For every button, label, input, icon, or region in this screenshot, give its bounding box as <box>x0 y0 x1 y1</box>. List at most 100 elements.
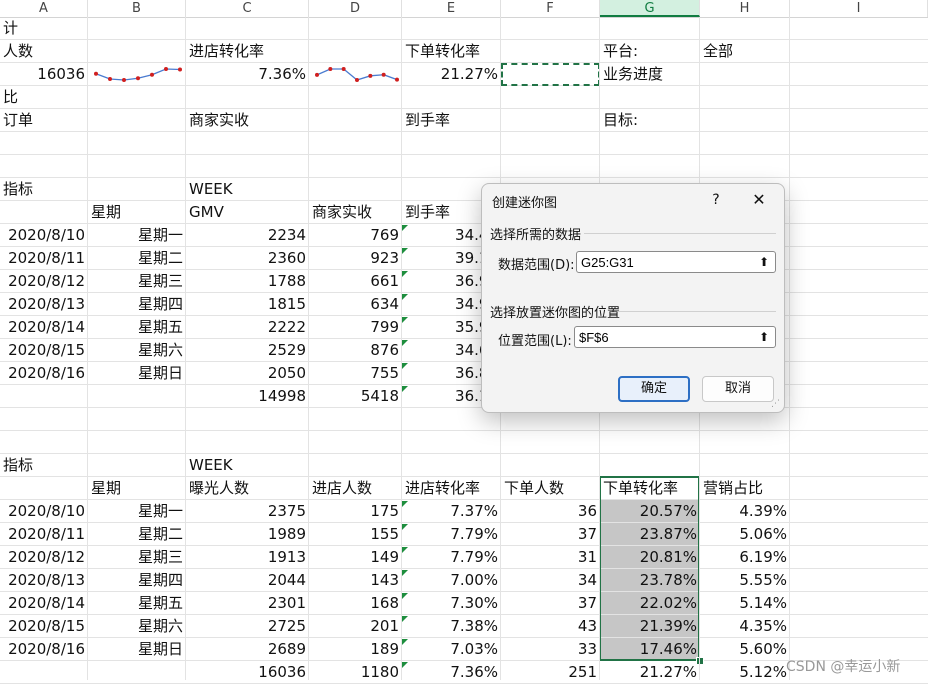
cell-f[interactable]: 43 <box>501 615 600 638</box>
cell-f[interactable]: 31 <box>501 546 600 569</box>
cell-b[interactable]: 星期三 <box>88 546 186 569</box>
cell-a[interactable]: 2020/8/11 <box>0 247 88 270</box>
cell-d[interactable]: 155 <box>309 523 402 546</box>
cell-d[interactable]: 634 <box>309 293 402 316</box>
cell-d[interactable]: 143 <box>309 569 402 592</box>
cell-c[interactable]: 14998 <box>186 385 309 408</box>
column-header-d[interactable]: D <box>309 0 402 17</box>
cell-c[interactable]: 7.36% <box>186 63 309 86</box>
cell-f[interactable]: 34 <box>501 569 600 592</box>
cell-h[interactable]: 全部 <box>700 40 790 63</box>
column-header-i[interactable]: I <box>790 0 928 17</box>
cell-f[interactable]: 251 <box>501 661 600 684</box>
cell-e[interactable]: 7.30% <box>402 592 501 615</box>
cell-a[interactable]: 2020/8/10 <box>0 224 88 247</box>
cell-c[interactable]: 2050 <box>186 362 309 385</box>
cell-h[interactable]: 6.19% <box>700 546 790 569</box>
ok-button[interactable]: 确定 <box>618 376 690 402</box>
cell-c[interactable]: 进店转化率 <box>186 40 309 63</box>
column-header-h[interactable]: H <box>700 0 790 17</box>
cell-e[interactable]: 进店转化率 <box>402 477 501 500</box>
cell-a[interactable]: 2020/8/13 <box>0 293 88 316</box>
cell-b[interactable]: 星期二 <box>88 523 186 546</box>
cell-a[interactable]: 2020/8/16 <box>0 638 88 661</box>
cell-e[interactable]: 7.00% <box>402 569 501 592</box>
cell-h[interactable]: 营销占比 <box>700 477 790 500</box>
cell-a[interactable]: 2020/8/13 <box>0 569 88 592</box>
resize-grip-icon[interactable]: ⋰ <box>771 399 781 409</box>
cell-g[interactable]: 21.27% <box>600 661 700 684</box>
column-header-c[interactable]: C <box>186 0 309 17</box>
spreadsheet[interactable]: ABCDEFGHI 计人数 进店转化率 下单转化率 平台: 全部 16036 7.36% 21… <box>0 0 928 684</box>
data-range-input[interactable] <box>576 251 776 273</box>
cell-c[interactable]: 2529 <box>186 339 309 362</box>
cell-c[interactable]: 1989 <box>186 523 309 546</box>
fill-handle[interactable] <box>696 657 704 665</box>
column-header-f[interactable]: F <box>501 0 600 17</box>
cell-b[interactable]: 星期日 <box>88 638 186 661</box>
cell-c[interactable]: 2375 <box>186 500 309 523</box>
column-header-g[interactable]: G <box>600 0 700 17</box>
cell-e[interactable]: 7.79% <box>402 523 501 546</box>
cell-e[interactable]: 7.79% <box>402 546 501 569</box>
cell-a[interactable]: 16036 <box>0 63 88 86</box>
cell-a[interactable]: 2020/8/15 <box>0 339 88 362</box>
cell-d[interactable]: 876 <box>309 339 402 362</box>
cell-a[interactable]: 2020/8/14 <box>0 316 88 339</box>
cell-b[interactable]: 星期六 <box>88 615 186 638</box>
cell-d[interactable]: 1180 <box>309 661 402 684</box>
cell-b[interactable]: 星期三 <box>88 270 186 293</box>
cell-b[interactable]: 星期 <box>88 201 186 224</box>
cell-d[interactable]: 661 <box>309 270 402 293</box>
cell-h[interactable]: 5.14% <box>700 592 790 615</box>
cell-a[interactable]: 2020/8/10 <box>0 500 88 523</box>
cell-a[interactable]: 指标 <box>0 178 88 201</box>
cell-e[interactable]: 21.27% <box>402 63 501 86</box>
cell-c[interactable]: 1788 <box>186 270 309 293</box>
cell-f[interactable]: 37 <box>501 592 600 615</box>
cell-d[interactable]: 755 <box>309 362 402 385</box>
cancel-button[interactable]: 取消 <box>702 376 774 402</box>
column-header-b[interactable]: B <box>88 0 186 17</box>
cell-e[interactable]: 7.38% <box>402 615 501 638</box>
cell-a[interactable]: 2020/8/11 <box>0 523 88 546</box>
cell-c[interactable]: 2234 <box>186 224 309 247</box>
cell-d[interactable]: 923 <box>309 247 402 270</box>
cell-d[interactable]: 799 <box>309 316 402 339</box>
cell-h[interactable]: 4.35% <box>700 615 790 638</box>
cell-e[interactable]: 7.36% <box>402 661 501 684</box>
cell-b[interactable]: 星期 <box>88 477 186 500</box>
cell-c[interactable]: WEEK <box>186 178 309 201</box>
selection-border[interactable] <box>599 476 700 661</box>
cell-f[interactable]: 36 <box>501 500 600 523</box>
cell-d[interactable]: 175 <box>309 500 402 523</box>
cell-g[interactable]: 目标: <box>600 109 700 132</box>
cell-h[interactable]: 5.60% <box>700 638 790 661</box>
cell-c[interactable]: 2044 <box>186 569 309 592</box>
help-icon[interactable]: ? <box>706 190 726 210</box>
cell-b[interactable]: 星期五 <box>88 592 186 615</box>
cell-d[interactable]: 168 <box>309 592 402 615</box>
cell-a[interactable]: 2020/8/14 <box>0 592 88 615</box>
cell-b[interactable]: 星期一 <box>88 500 186 523</box>
cell-c[interactable]: 2301 <box>186 592 309 615</box>
cell-f[interactable]: 37 <box>501 523 600 546</box>
cell-h[interactable]: 5.06% <box>700 523 790 546</box>
cell-h[interactable]: 4.39% <box>700 500 790 523</box>
cell-b[interactable]: 星期日 <box>88 362 186 385</box>
cell-a[interactable]: 2020/8/15 <box>0 615 88 638</box>
cell-f[interactable]: 33 <box>501 638 600 661</box>
cell-b[interactable]: 星期一 <box>88 224 186 247</box>
cell-g[interactable]: 业务进度 <box>600 63 700 86</box>
cell-c[interactable]: 2360 <box>186 247 309 270</box>
cell-c[interactable]: 曝光人数 <box>186 477 309 500</box>
cell-a[interactable]: 2020/8/12 <box>0 270 88 293</box>
cell-c[interactable]: WEEK <box>186 454 309 477</box>
cell-f[interactable]: 下单人数 <box>501 477 600 500</box>
cell-c[interactable]: GMV <box>186 201 309 224</box>
cell-a[interactable]: 2020/8/12 <box>0 546 88 569</box>
cell-d[interactable]: 189 <box>309 638 402 661</box>
close-icon[interactable]: ✕ <box>748 190 770 210</box>
cell-a[interactable]: 2020/8/16 <box>0 362 88 385</box>
cell-d[interactable]: 5418 <box>309 385 402 408</box>
